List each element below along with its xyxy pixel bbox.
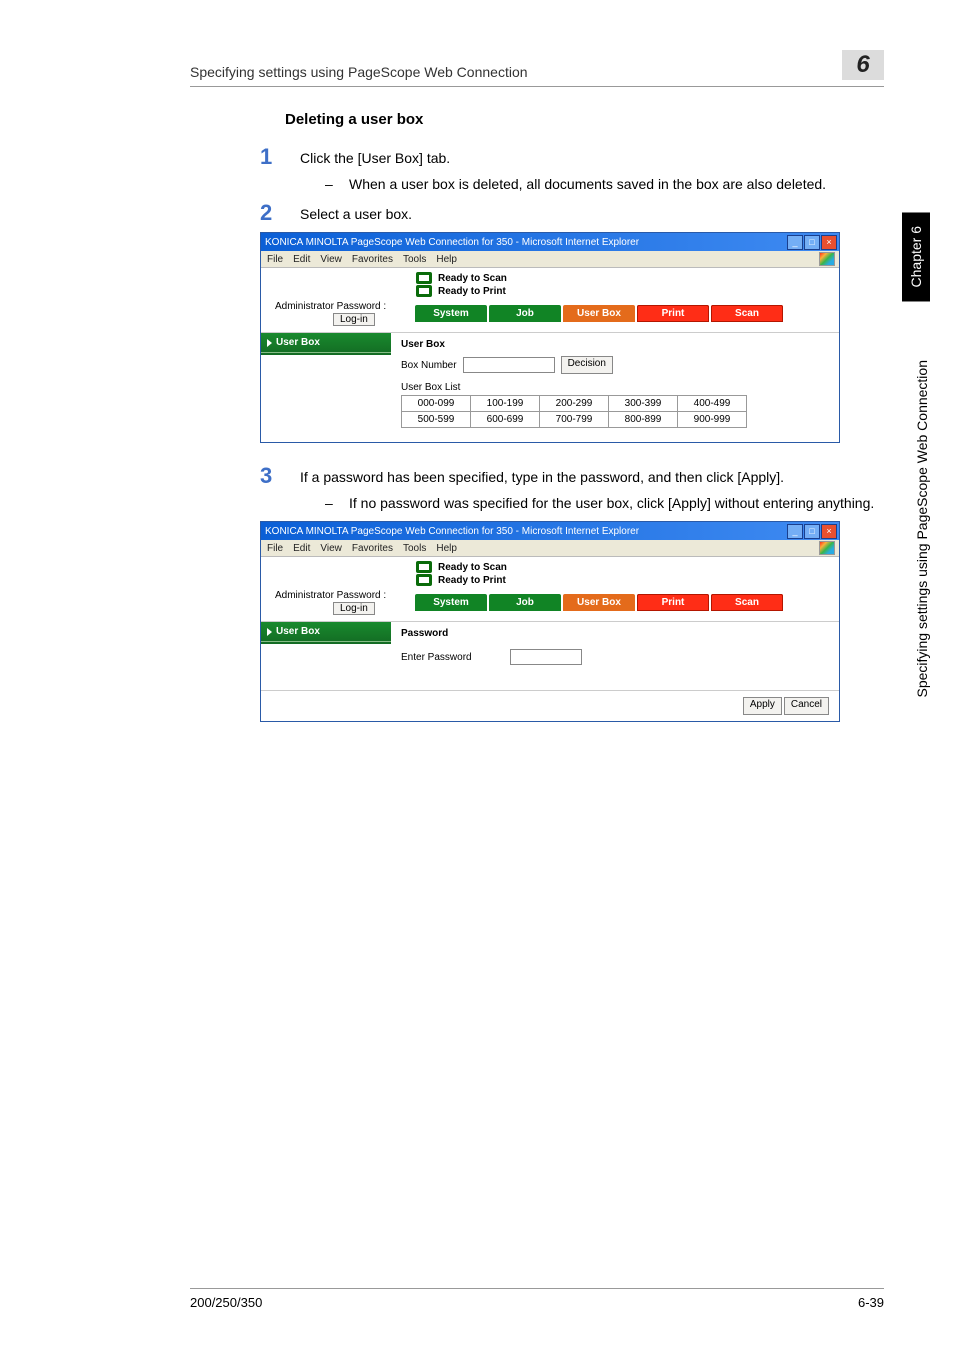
close-icon[interactable]: ×	[821, 235, 837, 250]
minimize-icon[interactable]: _	[787, 235, 803, 250]
tab-scan[interactable]: Scan	[711, 305, 783, 322]
section-title: Deleting a user box	[285, 111, 884, 128]
menu-edit[interactable]: Edit	[293, 254, 310, 265]
tab-job[interactable]: Job	[489, 305, 561, 322]
side-long-label: Specifying settings using PageScope Web …	[914, 360, 930, 698]
step-number-2: 2	[260, 202, 300, 224]
menu-favorites[interactable]: Favorites	[352, 254, 393, 265]
tab-user-box[interactable]: User Box	[563, 594, 635, 611]
sidebar-label: User Box	[276, 626, 320, 637]
sidebar-item-user-box[interactable]: User Box	[261, 333, 391, 353]
triangle-icon	[267, 628, 272, 636]
status-scan: Ready to Scan	[438, 562, 507, 573]
step-text-2: Select a user box.	[300, 202, 884, 222]
step-number-3: 3	[260, 465, 300, 487]
step-text-3: If a password has been specified, type i…	[300, 465, 884, 485]
admin-password-label: Administrator Password :	[275, 590, 386, 601]
side-chapter-label: Chapter 6	[902, 212, 930, 301]
menu-view[interactable]: View	[320, 254, 342, 265]
range-cell[interactable]: 900-999	[678, 412, 747, 428]
status-scan: Ready to Scan	[438, 273, 507, 284]
menu-help[interactable]: Help	[436, 254, 457, 265]
screenshot-password: KONICA MINOLTA PageScope Web Connection …	[260, 521, 840, 722]
tab-user-box[interactable]: User Box	[563, 305, 635, 322]
menu-file[interactable]: File	[267, 543, 283, 554]
user-box-list-label: User Box List	[401, 382, 829, 393]
page-header-title: Specifying settings using PageScope Web …	[190, 64, 528, 80]
box-number-input[interactable]	[463, 357, 555, 373]
tab-print[interactable]: Print	[637, 594, 709, 611]
range-cell[interactable]: 000-099	[402, 396, 471, 412]
cancel-button[interactable]: Cancel	[784, 697, 829, 715]
printer-icon	[416, 574, 432, 586]
tab-job[interactable]: Job	[489, 594, 561, 611]
login-button[interactable]: Log-in	[333, 602, 375, 615]
scanner-icon	[416, 272, 432, 284]
password-input[interactable]	[510, 649, 582, 665]
footer-right: 6-39	[858, 1295, 884, 1310]
menu-help[interactable]: Help	[436, 543, 457, 554]
menu-bar: File Edit View Favorites Tools Help	[261, 540, 839, 557]
ie-logo-icon	[819, 252, 835, 266]
tab-scan[interactable]: Scan	[711, 594, 783, 611]
window-title: KONICA MINOLTA PageScope Web Connection …	[265, 237, 639, 248]
status-print: Ready to Print	[438, 575, 506, 586]
maximize-icon[interactable]: □	[804, 235, 820, 250]
footer-left: 200/250/350	[190, 1295, 262, 1310]
tab-print[interactable]: Print	[637, 305, 709, 322]
step-number-1: 1	[260, 146, 300, 168]
admin-password-label: Administrator Password :	[275, 301, 386, 312]
menu-view[interactable]: View	[320, 543, 342, 554]
step-text-1: Click the [User Box] tab.	[300, 146, 884, 166]
chapter-number-box: 6	[842, 50, 884, 80]
panel-title-user-box: User Box	[401, 339, 829, 350]
range-cell[interactable]: 600-699	[471, 412, 540, 428]
menu-tools[interactable]: Tools	[403, 254, 426, 265]
menu-file[interactable]: File	[267, 254, 283, 265]
range-cell[interactable]: 300-399	[609, 396, 678, 412]
tab-system[interactable]: System	[415, 305, 487, 322]
printer-icon	[416, 285, 432, 297]
enter-password-label: Enter Password	[401, 652, 472, 663]
menu-tools[interactable]: Tools	[403, 543, 426, 554]
decision-button[interactable]: Decision	[561, 356, 613, 374]
box-number-label: Box Number	[401, 360, 457, 371]
login-button[interactable]: Log-in	[333, 313, 375, 326]
triangle-icon	[267, 339, 272, 347]
screenshot-user-box-list: KONICA MINOLTA PageScope Web Connection …	[260, 232, 840, 443]
panel-title-password: Password	[401, 628, 829, 639]
tab-system[interactable]: System	[415, 594, 487, 611]
user-box-range-table: 000-099 100-199 200-299 300-399 400-499 …	[401, 395, 747, 428]
range-cell[interactable]: 700-799	[540, 412, 609, 428]
maximize-icon[interactable]: □	[804, 524, 820, 539]
menu-bar: File Edit View Favorites Tools Help	[261, 251, 839, 268]
menu-favorites[interactable]: Favorites	[352, 543, 393, 554]
status-print: Ready to Print	[438, 286, 506, 297]
range-cell[interactable]: 100-199	[471, 396, 540, 412]
step-3-sub: If no password was specified for the use…	[349, 495, 884, 511]
range-cell[interactable]: 400-499	[678, 396, 747, 412]
close-icon[interactable]: ×	[821, 524, 837, 539]
ie-logo-icon	[819, 541, 835, 555]
dash-icon: –	[325, 176, 349, 192]
sidebar-label: User Box	[276, 337, 320, 348]
chapter-number: 6	[856, 51, 869, 79]
range-cell[interactable]: 500-599	[402, 412, 471, 428]
range-cell[interactable]: 200-299	[540, 396, 609, 412]
range-cell[interactable]: 800-899	[609, 412, 678, 428]
menu-edit[interactable]: Edit	[293, 543, 310, 554]
dash-icon: –	[325, 495, 349, 511]
scanner-icon	[416, 561, 432, 573]
sidebar-item-user-box[interactable]: User Box	[261, 622, 391, 642]
window-title: KONICA MINOLTA PageScope Web Connection …	[265, 526, 639, 537]
minimize-icon[interactable]: _	[787, 524, 803, 539]
apply-button[interactable]: Apply	[743, 697, 782, 715]
step-1-sub: When a user box is deleted, all document…	[349, 176, 884, 192]
